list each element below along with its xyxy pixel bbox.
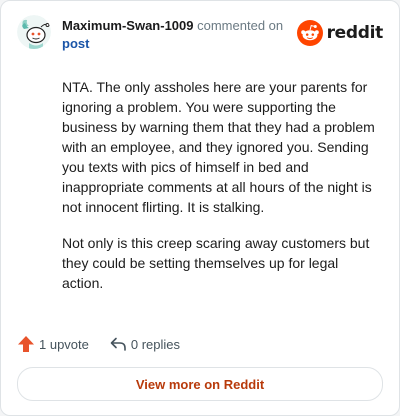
reddit-wordmark: reddit — [326, 23, 384, 43]
comment-header: Maximum-Swan-1009 commented on post redd… — [17, 15, 385, 55]
upvote-button[interactable]: 1 upvote — [17, 335, 89, 353]
username-link[interactable]: Maximum-Swan-1009 — [62, 18, 194, 33]
comment-paragraph: NTA. The only assholes here are your par… — [62, 79, 375, 215]
replies-count: 0 replies — [130, 336, 181, 352]
commented-on-text: commented on — [197, 18, 284, 33]
post-link[interactable]: post — [62, 35, 283, 53]
embedded-comment-card: Maximum-Swan-1009 commented on post redd… — [0, 0, 400, 416]
view-more-on-reddit-button[interactable]: View more on Reddit — [17, 367, 383, 401]
comment-meta: Maximum-Swan-1009 commented on post — [62, 17, 283, 53]
replies-button[interactable]: 0 replies — [109, 335, 180, 353]
comment-body: NTA. The only assholes here are your par… — [62, 77, 383, 309]
comment-paragraph: Not only is this creep scaring away cust… — [62, 235, 370, 291]
reddit-logo[interactable]: reddit — [296, 20, 384, 46]
reply-arrow-icon — [110, 337, 126, 351]
reddit-logo-icon — [296, 20, 323, 46]
snoo-avatar-icon[interactable] — [17, 15, 51, 49]
upvote-arrow-icon — [18, 336, 34, 352]
comment-actions: 1 upvote 0 replies — [17, 333, 200, 355]
upvote-count: 1 upvote — [39, 336, 89, 352]
